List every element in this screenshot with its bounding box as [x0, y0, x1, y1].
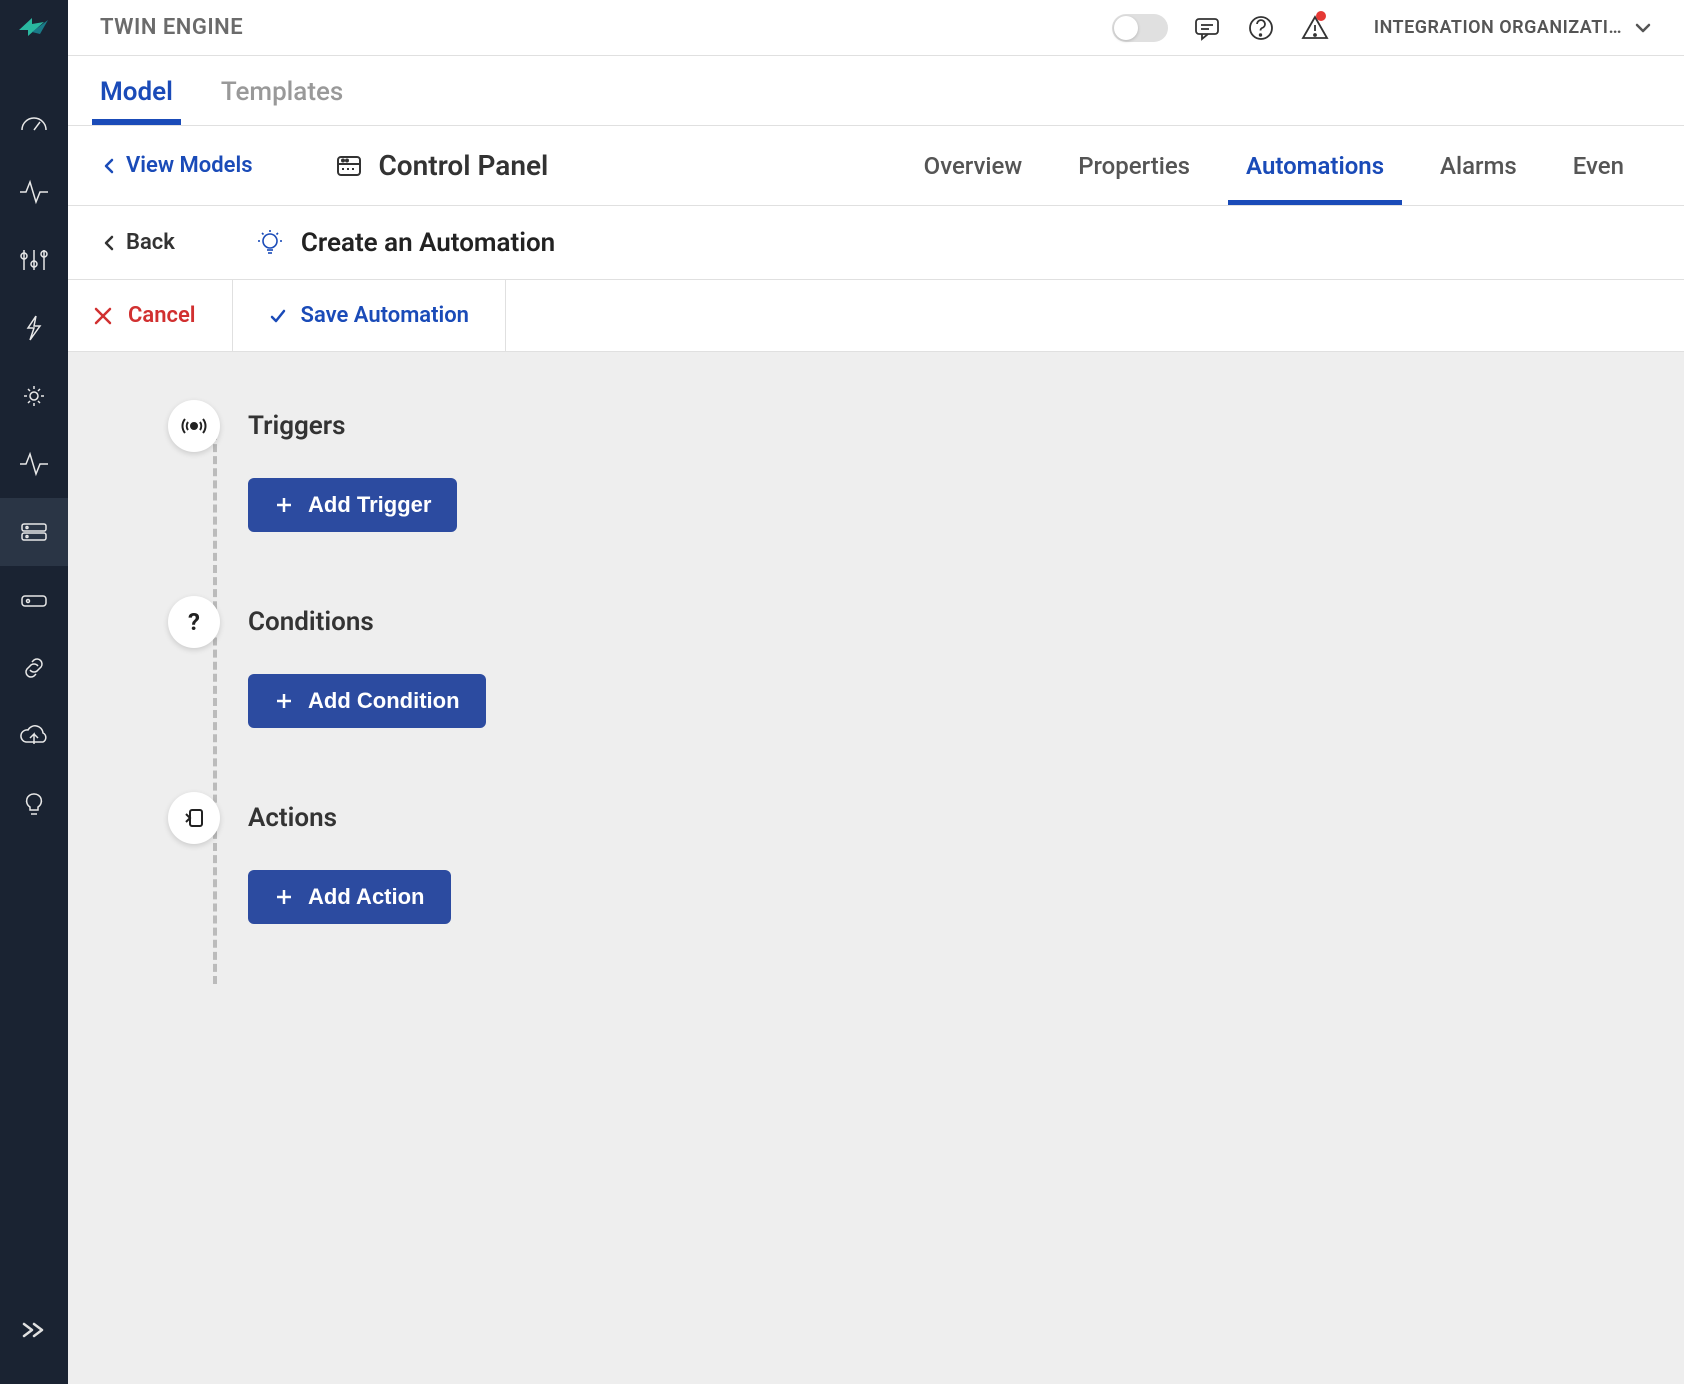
actions-badge-icon [168, 792, 220, 844]
triggers-title: Triggers [248, 411, 346, 441]
chevron-down-icon [1634, 19, 1652, 37]
add-action-button[interactable]: Add Action [248, 870, 451, 924]
sidebar-item-drive[interactable] [0, 566, 68, 634]
chevron-left-icon [100, 157, 118, 175]
triggers-badge-icon [168, 400, 220, 452]
view-models-label: View Models [126, 153, 253, 178]
tab-properties[interactable]: Properties [1050, 126, 1218, 205]
sidebar-item-cloud-upload[interactable] [0, 702, 68, 770]
tab-model[interactable]: Model [100, 77, 173, 125]
plus-icon [274, 691, 294, 711]
section-conditions: ? Conditions Add Condition [168, 596, 1652, 728]
actions-title: Actions [248, 803, 337, 833]
tab-templates[interactable]: Templates [221, 77, 343, 125]
close-icon [92, 305, 114, 327]
primary-tabs: Model Templates [68, 56, 1684, 126]
tertiary-bar: Back Create an Automation [68, 206, 1684, 280]
cancel-button[interactable]: Cancel [68, 280, 233, 351]
plus-icon [274, 495, 294, 515]
back-link[interactable]: Back [100, 230, 175, 255]
device-icon [333, 150, 365, 182]
alert-icon[interactable] [1300, 13, 1330, 43]
plus-icon [274, 887, 294, 907]
add-action-label: Add Action [308, 884, 425, 910]
conditions-badge-icon: ? [168, 596, 220, 648]
sidebar-expand[interactable] [0, 1296, 68, 1364]
lightbulb-icon [255, 228, 285, 258]
add-trigger-label: Add Trigger [308, 492, 431, 518]
secondary-tabs: Overview Properties Automations Alarms E… [896, 126, 1652, 205]
tab-automations[interactable]: Automations [1218, 126, 1412, 205]
conditions-title: Conditions [248, 607, 374, 637]
sidebar-item-activity-1[interactable] [0, 158, 68, 226]
section-actions: Actions Add Action [168, 792, 1652, 924]
view-models-link[interactable]: View Models [100, 153, 253, 178]
add-condition-button[interactable]: Add Condition [248, 674, 486, 728]
sidebar-item-server[interactable] [0, 498, 68, 566]
org-dropdown[interactable]: INTEGRATION ORGANIZATI… [1374, 17, 1652, 38]
org-label: INTEGRATION ORGANIZATI… [1374, 17, 1622, 38]
tab-alarms[interactable]: Alarms [1412, 126, 1545, 205]
add-trigger-button[interactable]: Add Trigger [248, 478, 457, 532]
top-header: TWIN ENGINE INTEGRATION ORGANIZATI… [68, 0, 1684, 56]
tab-events[interactable]: Even [1545, 126, 1652, 205]
page-subtitle: Create an Automation [301, 228, 555, 258]
sidebar-item-activity-2[interactable] [0, 430, 68, 498]
sidebar-item-idea[interactable] [0, 770, 68, 838]
automation-builder: Triggers Add Trigger ? Conditions Add Co… [68, 352, 1684, 1384]
sidebar-item-gear[interactable] [0, 362, 68, 430]
app-title: TWIN ENGINE [100, 15, 243, 40]
sidebar-item-bolt[interactable] [0, 294, 68, 362]
tab-overview[interactable]: Overview [896, 126, 1051, 205]
save-label: Save Automation [301, 303, 469, 328]
messages-icon[interactable] [1192, 13, 1222, 43]
cancel-label: Cancel [128, 303, 196, 328]
chevron-left-icon [100, 234, 118, 252]
save-button[interactable]: Save Automation [233, 280, 506, 351]
section-triggers: Triggers Add Trigger [168, 400, 1652, 532]
alert-dot-icon [1316, 11, 1326, 21]
add-condition-label: Add Condition [308, 688, 460, 714]
page-title: Control Panel [379, 149, 549, 182]
app-logo[interactable] [14, 10, 54, 50]
secondary-nav: View Models Control Panel Overview Prope… [68, 126, 1684, 206]
back-label: Back [126, 230, 175, 255]
sidebar-item-link[interactable] [0, 634, 68, 702]
theme-toggle[interactable] [1112, 14, 1168, 42]
sidebar [0, 0, 68, 1384]
action-bar: Cancel Save Automation [68, 280, 1684, 352]
help-icon[interactable] [1246, 13, 1276, 43]
sidebar-item-dashboard[interactable] [0, 90, 68, 158]
check-icon [269, 307, 287, 325]
sidebar-item-settings-sliders[interactable] [0, 226, 68, 294]
main-content: TWIN ENGINE INTEGRATION ORGANIZATI… Mode… [68, 0, 1684, 1384]
